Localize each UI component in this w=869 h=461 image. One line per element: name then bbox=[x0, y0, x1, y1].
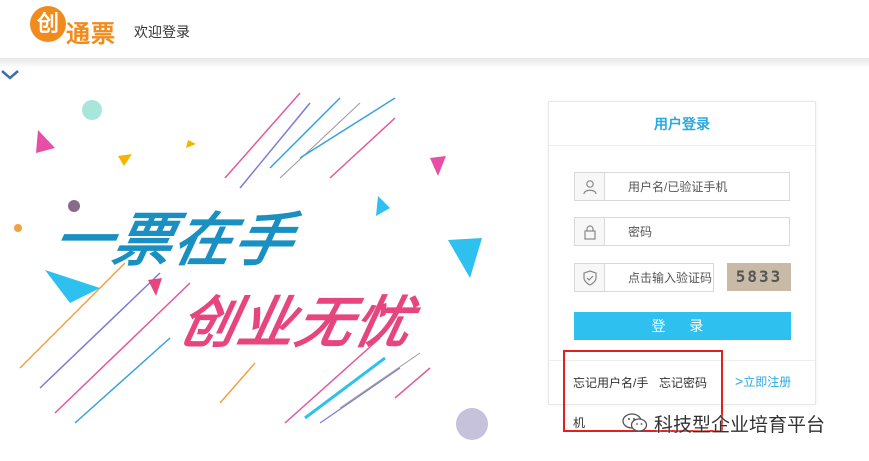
captcha-input[interactable] bbox=[606, 264, 713, 291]
user-icon bbox=[575, 173, 605, 200]
watermark: 科技型企业培育平台 bbox=[622, 410, 825, 436]
chevron-down-icon[interactable] bbox=[0, 68, 20, 82]
captcha-field[interactable] bbox=[574, 263, 714, 292]
login-title: 用户登录 bbox=[549, 102, 815, 146]
lock-icon bbox=[575, 218, 605, 245]
register-label: 立即注册 bbox=[743, 375, 792, 389]
hero-slogan-1: 一票在手 bbox=[47, 206, 303, 274]
watermark-text: 科技型企业培育平台 bbox=[654, 414, 826, 436]
chevron-right-icon: > bbox=[735, 373, 744, 389]
logo-mark[interactable]: 创 bbox=[30, 6, 66, 42]
password-field[interactable] bbox=[574, 217, 790, 246]
logo-text[interactable]: 通票 bbox=[66, 14, 116, 49]
wechat-icon bbox=[622, 413, 648, 432]
captcha-image[interactable]: 5833 bbox=[727, 263, 791, 291]
hero-banner: 一票在手 创业无忧 bbox=[0, 68, 540, 461]
welcome-text: 欢迎登录 bbox=[134, 24, 190, 40]
password-input[interactable] bbox=[606, 218, 789, 245]
site-header: 创 通票 欢迎登录 bbox=[0, 0, 869, 60]
username-input[interactable] bbox=[606, 173, 789, 200]
hero-slogan-2: 创业无忧 bbox=[174, 291, 420, 356]
shield-icon bbox=[575, 264, 605, 291]
login-button[interactable]: 登 录 bbox=[574, 312, 791, 340]
header-divider bbox=[0, 58, 869, 68]
register-link[interactable]: >立即注册 bbox=[735, 373, 791, 390]
username-field[interactable] bbox=[574, 172, 790, 201]
